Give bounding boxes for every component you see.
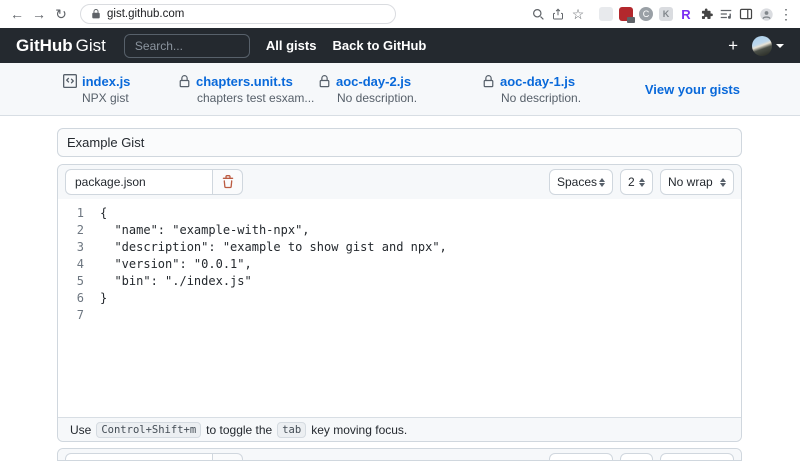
code-editor[interactable]: 1 2 3 4 5 6 7 { "name": "example-with-np… bbox=[58, 199, 741, 417]
delete-file-button[interactable] bbox=[213, 169, 243, 195]
filename-group bbox=[65, 453, 243, 461]
kbd-shortcut: Control+Shift+m bbox=[96, 422, 201, 438]
gist-item-index-js: index.js NPX gist bbox=[63, 74, 178, 105]
browser-toolbar: ← → ↻ gist.github.com ☆ C K R ⋮ bbox=[0, 0, 800, 28]
gist-filename: aoc-day-1.js bbox=[500, 74, 575, 89]
reload-icon[interactable]: ↻ bbox=[50, 6, 72, 23]
file-editor-second-partial bbox=[57, 448, 742, 461]
gist-link[interactable]: aoc-day-2.js bbox=[318, 74, 482, 89]
file-editor-package-json: Spaces 2 No wrap 1 2 3 4 5 6 bbox=[57, 164, 742, 442]
help-text: key moving focus. bbox=[311, 423, 407, 437]
code-line: "version": "0.0.1", bbox=[100, 256, 447, 273]
help-text: to toggle the bbox=[206, 423, 272, 437]
indent-mode-value: Spaces bbox=[557, 175, 597, 189]
line-number-gutter: 1 2 3 4 5 6 7 bbox=[58, 205, 84, 417]
gist-description: NPX gist bbox=[82, 91, 178, 105]
extension-k-icon[interactable]: K bbox=[657, 5, 675, 23]
github-gist-logo[interactable]: GitHubGist bbox=[16, 36, 106, 56]
lock-icon bbox=[91, 8, 101, 20]
browser-menu-kebab-icon[interactable]: ⋮ bbox=[777, 5, 795, 23]
editor-settings bbox=[549, 453, 734, 461]
back-icon[interactable]: ← bbox=[6, 6, 28, 22]
side-panel-icon[interactable] bbox=[737, 5, 755, 23]
indent-mode-select[interactable] bbox=[549, 453, 613, 461]
accessibility-help-bar: Use Control+Shift+m to toggle the tab ke… bbox=[58, 417, 741, 441]
extensions-puzzle-icon[interactable] bbox=[697, 5, 715, 23]
gist-link[interactable]: index.js bbox=[63, 74, 178, 89]
gist-filename: chapters.unit.ts bbox=[196, 74, 293, 89]
code-line: } bbox=[100, 290, 447, 307]
zoom-icon[interactable] bbox=[529, 5, 547, 23]
gist-editor: Spaces 2 No wrap 1 2 3 4 5 6 bbox=[57, 128, 742, 461]
logo-github: GitHub bbox=[16, 36, 73, 55]
filename-input[interactable] bbox=[65, 453, 213, 461]
extension-red-badge-icon[interactable] bbox=[617, 5, 635, 23]
help-text: Use bbox=[70, 423, 91, 437]
indent-mode-select[interactable]: Spaces bbox=[549, 169, 613, 195]
nav-back-to-github[interactable]: Back to GitHub bbox=[332, 38, 426, 53]
code-lines: { "name": "example-with-npx", "descripti… bbox=[100, 205, 447, 417]
gist-header: GitHubGist All gists Back to GitHub + bbox=[0, 28, 800, 63]
trash-icon bbox=[221, 175, 235, 189]
file-header bbox=[58, 449, 741, 461]
gist-description: No description. bbox=[337, 91, 482, 105]
gist-item-chapters: chapters.unit.ts chapters test esxam... bbox=[178, 74, 318, 105]
lock-icon bbox=[318, 75, 331, 88]
tab-list-icon[interactable] bbox=[717, 5, 735, 23]
code-square-icon bbox=[63, 74, 77, 88]
code-line bbox=[100, 307, 447, 324]
wrap-mode-select[interactable]: No wrap bbox=[660, 169, 734, 195]
gist-link[interactable]: chapters.unit.ts bbox=[178, 74, 318, 89]
indent-size-value: 2 bbox=[628, 175, 635, 189]
bookmark-star-icon[interactable]: ☆ bbox=[569, 5, 587, 23]
editor-settings: Spaces 2 No wrap bbox=[549, 169, 734, 195]
gist-description-input[interactable] bbox=[57, 128, 742, 157]
delete-file-button[interactable] bbox=[213, 453, 243, 461]
gist-description: No description. bbox=[501, 91, 581, 105]
wrap-mode-value: No wrap bbox=[668, 175, 713, 189]
extension-circle-icon[interactable]: C bbox=[637, 5, 655, 23]
indent-size-select[interactable] bbox=[620, 453, 653, 461]
gist-filename: index.js bbox=[82, 74, 130, 89]
url-text: gist.github.com bbox=[107, 8, 184, 20]
recent-gists-bar: index.js NPX gist chapters.unit.ts chapt… bbox=[0, 63, 800, 116]
browser-actions: ☆ C K R ⋮ bbox=[529, 0, 795, 28]
gist-item-aoc-day-1: aoc-day-1.js No description. bbox=[482, 74, 581, 105]
extension-r-icon[interactable]: R bbox=[677, 5, 695, 23]
code-line: "description": "example to show gist and… bbox=[100, 239, 447, 256]
gist-link[interactable]: aoc-day-1.js bbox=[482, 74, 581, 89]
profile-icon[interactable] bbox=[757, 5, 775, 23]
lock-icon bbox=[482, 75, 495, 88]
gist-description: chapters test esxam... bbox=[197, 91, 318, 105]
view-your-gists-link[interactable]: View your gists bbox=[645, 82, 740, 97]
filename-group bbox=[65, 169, 243, 195]
user-menu[interactable] bbox=[752, 36, 784, 56]
filename-input[interactable] bbox=[65, 169, 213, 195]
nav-all-gists[interactable]: All gists bbox=[266, 38, 317, 53]
forward-icon[interactable]: → bbox=[28, 6, 50, 22]
new-gist-plus-icon[interactable]: + bbox=[728, 36, 738, 56]
share-icon[interactable] bbox=[549, 5, 567, 23]
gist-item-aoc-day-2: aoc-day-2.js No description. bbox=[318, 74, 482, 105]
code-line: "name": "example-with-npx", bbox=[100, 222, 447, 239]
extension-generic-icon[interactable] bbox=[597, 5, 615, 23]
select-arrows-icon bbox=[720, 178, 726, 187]
kbd-tab: tab bbox=[277, 422, 306, 438]
code-line: { bbox=[100, 205, 447, 222]
avatar bbox=[752, 36, 772, 56]
chevron-down-icon bbox=[776, 44, 784, 48]
search-input[interactable] bbox=[124, 34, 250, 58]
code-line: "bin": "./index.js" bbox=[100, 273, 447, 290]
gist-filename: aoc-day-2.js bbox=[336, 74, 411, 89]
indent-size-select[interactable]: 2 bbox=[620, 169, 653, 195]
select-arrows-icon bbox=[599, 178, 605, 187]
logo-gist: Gist bbox=[76, 36, 106, 55]
file-header: Spaces 2 No wrap bbox=[58, 165, 741, 199]
select-arrows-icon bbox=[639, 178, 645, 187]
lock-icon bbox=[178, 75, 191, 88]
address-bar[interactable]: gist.github.com bbox=[80, 4, 396, 24]
wrap-mode-select[interactable] bbox=[660, 453, 734, 461]
